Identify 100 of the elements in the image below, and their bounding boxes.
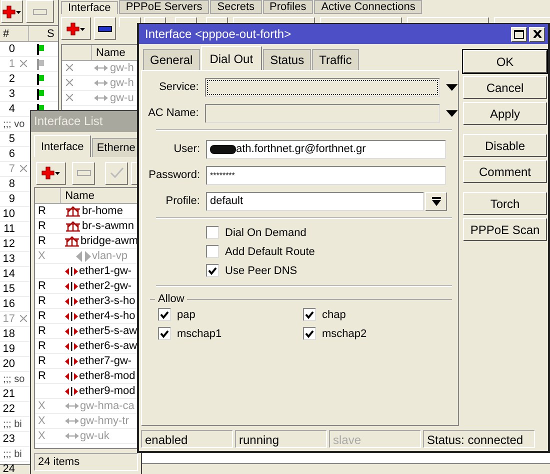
row-number: 20 xyxy=(2,358,16,370)
tab[interactable]: Interface xyxy=(34,135,91,157)
dialog-button[interactable]: Torch xyxy=(463,192,547,215)
interface-name: gw-h xyxy=(110,77,134,89)
disabled-icon xyxy=(20,60,26,67)
input-field[interactable]: ******** xyxy=(206,166,446,184)
pppoe-icon xyxy=(65,417,79,425)
interface-icon xyxy=(94,94,108,102)
dialog-button[interactable]: Comment xyxy=(463,160,547,183)
row-number: 0 xyxy=(8,43,16,55)
dropdown-arrow-icon xyxy=(432,196,440,206)
checkbox[interactable] xyxy=(206,245,219,258)
interface-name[interactable]: ether6-s-aw xyxy=(79,340,138,352)
dropdown-arrow-icon[interactable] xyxy=(446,84,458,90)
status-field: Status: connected xyxy=(423,430,535,448)
input-field[interactable] xyxy=(204,78,440,96)
ether-icon xyxy=(65,312,78,320)
checkbox-label: chap xyxy=(322,308,346,320)
row-number: 23 xyxy=(2,433,16,445)
interface-name: gw-u xyxy=(110,92,134,104)
plus-icon xyxy=(66,22,86,36)
interface-name[interactable]: ether4-s-ho xyxy=(79,310,136,322)
checkbox-label: pap xyxy=(177,308,196,320)
tab[interactable]: General xyxy=(143,49,200,70)
tab[interactable]: Active Connections xyxy=(314,0,422,14)
tab[interactable]: PPPoE Servers xyxy=(118,0,210,14)
group-title: Allow xyxy=(158,293,184,305)
add-button[interactable] xyxy=(1,0,23,23)
interface-name[interactable]: br-home xyxy=(82,205,123,217)
close-button[interactable] xyxy=(529,26,545,42)
dropdown-arrow-icon[interactable] xyxy=(446,110,458,116)
add-button[interactable] xyxy=(61,17,91,40)
row-number: 15 xyxy=(2,283,16,295)
dialog-button[interactable]: OK xyxy=(463,50,547,73)
interface-name[interactable]: ether3-s-ho xyxy=(79,295,136,307)
interface-name[interactable]: ether8-mod xyxy=(79,370,136,382)
row-number: 4 xyxy=(8,103,16,115)
column-header: Name xyxy=(64,189,96,203)
dialog-button[interactable]: PPPoE Scan xyxy=(463,218,547,241)
row-number: 6 xyxy=(8,148,16,160)
tab[interactable]: Secrets xyxy=(210,0,262,14)
row-number: 18 xyxy=(2,328,16,340)
window-title: Interface <pppoe-out-forth> xyxy=(145,27,292,41)
row-number: 22 xyxy=(2,403,16,415)
interface-name[interactable]: ether5-s-aw xyxy=(79,325,138,337)
close-icon xyxy=(532,30,542,38)
flag-text: R xyxy=(38,325,46,337)
maximize-icon xyxy=(514,30,524,38)
toolbar-button[interactable] xyxy=(119,17,141,27)
row-number: 14 xyxy=(2,268,16,280)
input-field[interactable]: default xyxy=(206,192,424,210)
interface-name[interactable]: bridge-awm xyxy=(80,235,138,247)
row-number: 3 xyxy=(8,88,16,100)
checkbox[interactable] xyxy=(303,308,316,321)
flag-text: R xyxy=(38,205,46,217)
status-field: slave xyxy=(329,430,421,448)
input-field[interactable] xyxy=(204,104,440,122)
checkbox-label: mschap1 xyxy=(177,328,222,340)
checkbox[interactable] xyxy=(303,327,316,340)
flag-text: R xyxy=(38,310,46,322)
row-number: 19 xyxy=(2,343,16,355)
ether-icon xyxy=(65,386,78,396)
remove-button[interactable] xyxy=(94,17,116,40)
checkbox[interactable] xyxy=(158,327,171,340)
interface-name[interactable]: ether2-gw- xyxy=(79,280,132,292)
dialog-button[interactable]: Apply xyxy=(463,102,547,125)
check-icon xyxy=(110,167,124,179)
tab[interactable]: Interface xyxy=(61,1,118,14)
checkbox[interactable] xyxy=(206,226,219,239)
flag-text: X xyxy=(38,400,46,412)
dropdown-button[interactable] xyxy=(425,192,447,210)
add-button[interactable] xyxy=(36,162,66,184)
interface-name[interactable]: br-s-awmn xyxy=(82,220,134,232)
tab[interactable]: Profiles xyxy=(262,0,314,14)
ether-icon xyxy=(65,266,78,276)
tab[interactable]: Status xyxy=(263,49,312,70)
input-field[interactable]: ath.forthnet.gr@forthnet.gr xyxy=(206,140,446,158)
dialog-button[interactable]: Cancel xyxy=(463,76,547,99)
interface-name[interactable]: ether9-mod xyxy=(79,385,136,397)
plus-icon xyxy=(41,166,61,180)
dialog-button[interactable]: Disable xyxy=(463,134,547,157)
row-number: 7 xyxy=(8,163,16,175)
row-number: 11 xyxy=(2,223,16,235)
column-header: S xyxy=(46,27,56,41)
plus-icon xyxy=(2,4,22,18)
tab[interactable]: Dial Out xyxy=(200,46,262,70)
row-number: 12 xyxy=(2,238,16,250)
ether-icon xyxy=(65,356,78,366)
enable-button[interactable] xyxy=(105,162,128,184)
checkbox[interactable] xyxy=(158,308,171,321)
row-number: 1 xyxy=(8,58,16,70)
bridge-icon xyxy=(65,206,81,216)
flag-text: X xyxy=(38,415,46,427)
interface-name[interactable]: ether1-gw- xyxy=(79,265,132,277)
interface-name[interactable]: ether7-gw- xyxy=(79,355,132,367)
maximize-button[interactable] xyxy=(511,26,527,42)
flag-text: R xyxy=(38,295,46,307)
ether-icon xyxy=(65,342,78,350)
tab[interactable]: Traffic xyxy=(312,49,359,70)
checkbox[interactable] xyxy=(206,264,219,277)
